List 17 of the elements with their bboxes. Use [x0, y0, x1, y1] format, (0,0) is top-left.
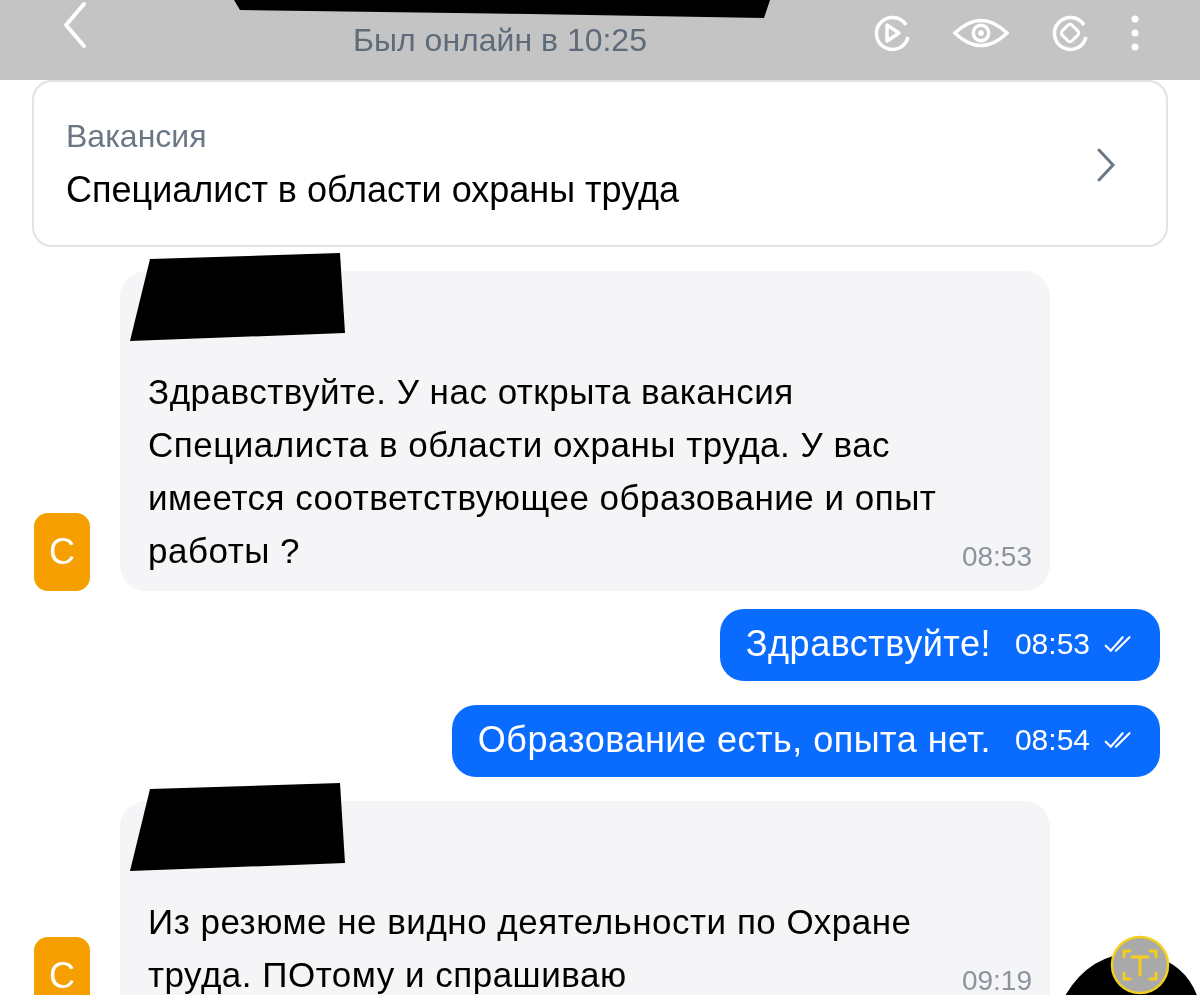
message-time: 08:54	[1014, 723, 1090, 757]
text-scan-icon[interactable]	[1110, 935, 1170, 995]
chevron-right-icon	[1096, 146, 1116, 183]
more-icon[interactable]	[1130, 13, 1140, 53]
vacancy-label: Вакансия	[66, 118, 207, 155]
message-text: Из резюме не видно деятельности по Охране труда. ПОтому и спрашиваю	[148, 901, 913, 995]
message-time: 09:19	[961, 965, 1032, 995]
message-time: 08:53	[961, 541, 1032, 573]
vacancy-title: Специалист в области охраны труда	[66, 169, 679, 211]
avatar[interactable]: С	[34, 937, 90, 995]
vacancy-card[interactable]: Вакансия Специалист в области охраны труда	[32, 80, 1168, 247]
message-text: Здравствуйте!	[745, 623, 991, 665]
message-time: 08:53	[1014, 627, 1090, 661]
last-seen-status: Был онлайн в 10:25	[353, 22, 647, 59]
avatar[interactable]: С	[34, 513, 90, 591]
message-text: Здравствуйте. У нас открыта вакансия Специалиста в области охраны труда. У вас имеется соответствующее образование и опыт работы ?	[148, 371, 938, 572]
message-text: Образование есть, опыта нет.	[477, 719, 991, 761]
